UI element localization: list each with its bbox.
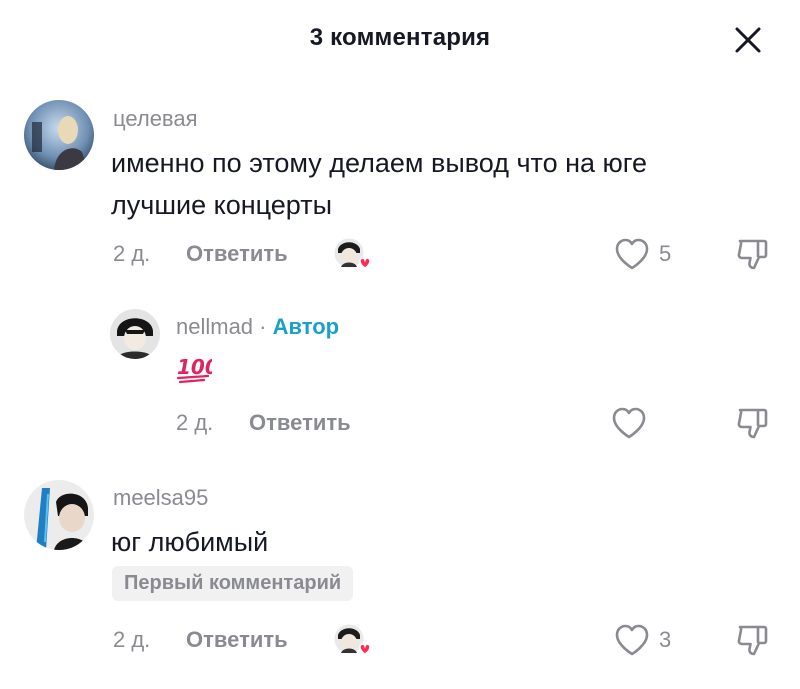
avatar[interactable] [24, 480, 94, 550]
dislike-button[interactable] [734, 622, 770, 663]
comment-time: 2 д. [113, 627, 151, 652]
close-button[interactable] [730, 22, 766, 58]
reply-time: 2 д. [176, 410, 214, 435]
thumb-down-icon [737, 239, 768, 270]
reply-button[interactable]: Ответить [186, 627, 288, 653]
close-icon [735, 27, 761, 53]
thumb-down-icon [737, 408, 768, 439]
first-comment-badge: Первый комментарий [112, 566, 354, 601]
comment-username[interactable]: meelsa95 [113, 485, 208, 511]
like-button[interactable] [611, 406, 647, 445]
avatar[interactable] [110, 309, 160, 359]
author-badge: Автор [272, 314, 340, 339]
heart-outline-icon [612, 407, 646, 439]
creator-liked-avatar-icon [333, 237, 371, 271]
comment-username[interactable]: целевая [113, 106, 198, 132]
creator-liked-avatar-icon [333, 623, 371, 657]
like-button[interactable] [614, 237, 650, 276]
comment-text: юг любимый [111, 527, 269, 557]
comment-time: 2 д. [113, 241, 151, 266]
reply-button[interactable]: Ответить [186, 241, 288, 267]
reply-username[interactable]: nellmad · Автор [176, 314, 339, 340]
like-count: 5 [659, 241, 672, 266]
reply-username-text: nellmad [176, 314, 254, 339]
comment-text-line: именно по этому делаем вывод что на юге [111, 148, 648, 178]
comment-text-line: лучшие концерты [111, 190, 332, 220]
dislike-button[interactable] [734, 405, 770, 446]
like-count: 3 [659, 627, 672, 652]
hundred-points-emoji: 100 [176, 354, 219, 389]
comments-count-title: 3 комментария [309, 24, 491, 51]
reply-button[interactable]: Ответить [249, 410, 351, 436]
thumb-down-icon [737, 625, 768, 656]
heart-outline-icon [615, 238, 649, 270]
heart-outline-icon [615, 624, 649, 656]
avatar[interactable] [24, 100, 94, 170]
like-button[interactable] [614, 623, 650, 662]
dislike-button[interactable] [734, 236, 770, 277]
separator-dot: · [253, 314, 273, 339]
comments-sheet: 3 комментария целевая именно по этому де… [0, 0, 800, 689]
